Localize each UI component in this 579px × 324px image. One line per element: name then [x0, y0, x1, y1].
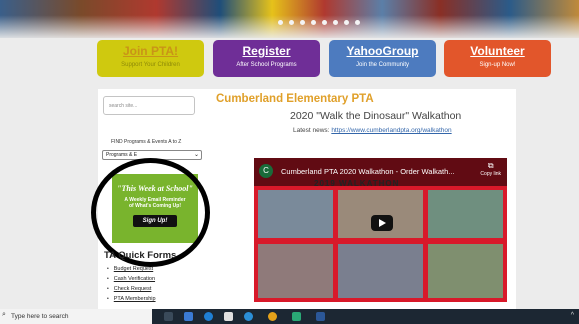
quick-form-link[interactable]: Budget Request: [107, 266, 156, 272]
video-thumbnail-cell: [428, 190, 503, 238]
video-thumbnail-cell: [338, 244, 423, 298]
carousel-dot[interactable]: [322, 20, 327, 25]
latest-news-label: Latest news:: [293, 127, 332, 134]
carousel-dot[interactable]: [311, 20, 316, 25]
quick-form-link[interactable]: PTA Membership: [107, 296, 156, 302]
copy-icon: ⧉: [487, 161, 494, 170]
video-title[interactable]: Cumberland PTA 2020 Walkathon - Order Wa…: [281, 167, 455, 176]
yahoogroup-label: YahooGroup: [346, 44, 419, 58]
carousel-dot[interactable]: [344, 20, 349, 25]
volunteer-label: Volunteer: [470, 44, 525, 58]
quick-forms-list: Budget Request Cash Verification Check R…: [107, 266, 156, 306]
volunteer-subtitle: Sign-up Now!: [479, 62, 516, 68]
programs-select-value: Programs & E: [106, 152, 138, 158]
app-icon[interactable]: [292, 312, 301, 321]
copy-link-label: Copy link: [480, 171, 501, 177]
yahoogroup-subtitle: Join the Community: [355, 62, 410, 68]
store-icon[interactable]: [224, 312, 233, 321]
play-button[interactable]: [371, 215, 393, 231]
walkathon-link[interactable]: https://www.cumberlandpta.org/walkathon: [331, 127, 451, 134]
video-player[interactable]: C Cumberland PTA 2020 Walkathon - Order …: [254, 158, 507, 302]
latest-news: Latest news: https://www.cumberlandpta.o…: [293, 127, 452, 134]
channel-avatar[interactable]: C: [259, 164, 273, 178]
chrome-icon[interactable]: [268, 312, 277, 321]
edge-browser-icon[interactable]: [204, 312, 213, 321]
video-thumbnail-cell: [258, 244, 333, 298]
copy-link-button[interactable]: ⧉ Copy link: [480, 161, 501, 177]
taskbar-search[interactable]: ⌕ Type here to search: [0, 309, 152, 324]
quick-form-link[interactable]: Cash Verification: [107, 276, 156, 282]
volunteer-button[interactable]: Volunteer Sign-up Now!: [444, 40, 551, 77]
carousel-dot[interactable]: [333, 20, 338, 25]
carousel-dot[interactable]: [355, 20, 360, 25]
page-title: 2020 "Walk the Dinosaur" Walkathon: [290, 110, 462, 122]
find-programs-label: FIND Programs & Events A to Z: [111, 139, 182, 145]
search-icon: ⌕: [2, 311, 6, 318]
hero-banner: [0, 0, 579, 38]
video-thumbnail-cell: [428, 244, 503, 298]
quick-form-link[interactable]: Check Request: [107, 286, 156, 292]
chevron-up-icon[interactable]: ^: [571, 312, 574, 319]
join-pta-label: Join PTA!: [122, 44, 179, 58]
taskbar: ⌕ Type here to search ^: [0, 309, 579, 324]
word-icon[interactable]: [316, 312, 325, 321]
carousel-dots[interactable]: [278, 20, 360, 25]
register-subtitle: After School Programs: [236, 62, 297, 68]
search-input[interactable]: search site...: [103, 96, 195, 115]
edge-icon[interactable]: [184, 312, 193, 321]
site-title: Cumberland Elementary PTA: [216, 93, 374, 105]
video-banner-text: 2019 WALKATHON: [314, 179, 400, 188]
join-pta-subtitle: Support Your Children: [121, 62, 180, 68]
task-view-icon[interactable]: [164, 312, 173, 321]
taskbar-search-text: Type here to search: [11, 313, 69, 320]
register-button[interactable]: Register After School Programs: [213, 40, 320, 77]
quick-forms-heading: TA Quick Forms: [104, 250, 177, 261]
chevron-down-icon: ⌄: [193, 152, 199, 158]
carousel-dot[interactable]: [278, 20, 283, 25]
register-label: Register: [242, 44, 291, 58]
video-thumbnail-cell: [258, 190, 333, 238]
settings-icon[interactable]: [244, 312, 253, 321]
join-pta-button[interactable]: Join PTA! Support Your Children: [97, 40, 204, 77]
carousel-dot[interactable]: [289, 20, 294, 25]
yahoogroup-button[interactable]: YahooGroup Join the Community: [329, 40, 436, 77]
carousel-dot[interactable]: [300, 20, 305, 25]
